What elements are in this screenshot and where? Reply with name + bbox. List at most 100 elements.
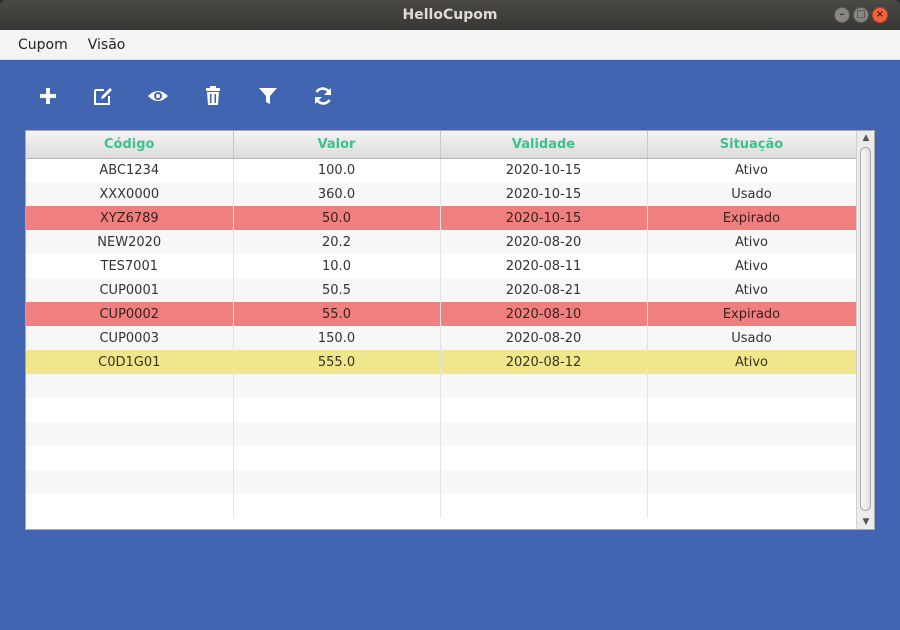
empty-cell [233, 398, 441, 422]
menu-visao[interactable]: Visão [78, 37, 136, 53]
minimize-icon: – [839, 9, 845, 20]
table-row[interactable]: XYZ6789 50.0 2020-10-15 Expirado [26, 206, 857, 230]
table-row[interactable]: XXX0000 360.0 2020-10-15 Usado [26, 182, 857, 206]
refresh-button[interactable] [295, 78, 350, 114]
empty-cell [26, 422, 234, 446]
filter-icon [258, 88, 277, 104]
table-row[interactable]: TES7001 10.0 2020-08-11 Ativo [26, 254, 857, 278]
menu-bar: Cupom Visão [0, 30, 900, 60]
cell-codigo: CUP0002 [26, 302, 234, 326]
table-header-row: Código Valor Validade Situação [26, 131, 857, 159]
scroll-up-arrow-icon[interactable]: ▲ [857, 131, 874, 145]
cell-situacao: Ativo [647, 158, 857, 182]
column-header-valor[interactable]: Valor [233, 131, 441, 159]
cell-validade: 2020-10-15 [440, 158, 648, 182]
maximize-button[interactable]: □ [853, 7, 869, 23]
edit-button[interactable] [75, 78, 130, 114]
cell-valor: 50.5 [233, 278, 441, 302]
maximize-icon: □ [856, 9, 866, 20]
table-row[interactable]: CUP0003 150.0 2020-08-20 Usado [26, 326, 857, 350]
empty-table-row [26, 470, 857, 494]
empty-cell [233, 494, 441, 518]
empty-cell [440, 494, 648, 518]
table-row[interactable]: CUP0001 50.5 2020-08-21 Ativo [26, 278, 857, 302]
empty-cell [440, 470, 648, 494]
table-row[interactable]: C0D1G01 555.0 2020-08-12 Ativo [26, 350, 857, 374]
table-row[interactable]: NEW2020 20.2 2020-08-20 Ativo [26, 230, 857, 254]
close-icon: × [875, 9, 885, 20]
cell-valor: 100.0 [233, 158, 441, 182]
cell-situacao: Ativo [647, 278, 857, 302]
column-header-codigo[interactable]: Código [26, 131, 234, 159]
cell-codigo: ABC1234 [26, 158, 234, 182]
cell-valor: 555.0 [233, 350, 441, 374]
add-button[interactable] [20, 78, 75, 114]
minimize-button[interactable]: – [834, 7, 850, 23]
empty-cell [233, 374, 441, 398]
toolbar [20, 78, 350, 114]
delete-button[interactable] [185, 78, 240, 114]
cell-situacao: Usado [647, 182, 857, 206]
refresh-icon [314, 87, 331, 105]
empty-cell [647, 446, 857, 470]
main-content: Código Valor Validade Situação ABC1234 10… [0, 60, 900, 630]
empty-cell [26, 398, 234, 422]
scroll-down-arrow-icon[interactable]: ▼ [857, 515, 874, 529]
cell-valor: 55.0 [233, 302, 441, 326]
empty-cell [440, 374, 648, 398]
eye-icon [147, 91, 168, 101]
cell-situacao: Expirado [647, 302, 857, 326]
empty-table-row [26, 494, 857, 518]
empty-cell [26, 446, 234, 470]
empty-cell [647, 494, 857, 518]
scroll-thumb[interactable] [860, 147, 871, 511]
column-header-situacao[interactable]: Situação [647, 131, 857, 159]
cell-validade: 2020-08-11 [440, 254, 648, 278]
cell-validade: 2020-08-12 [440, 350, 648, 374]
cell-codigo: CUP0003 [26, 326, 234, 350]
window-controls: – □ × [834, 7, 888, 23]
empty-cell [26, 374, 234, 398]
coupon-table: Código Valor Validade Situação ABC1234 10… [25, 130, 875, 530]
trash-icon [205, 86, 220, 105]
cell-validade: 2020-08-10 [440, 302, 648, 326]
cell-validade: 2020-10-15 [440, 182, 648, 206]
cell-valor: 360.0 [233, 182, 441, 206]
cell-validade: 2020-10-15 [440, 206, 648, 230]
cell-validade: 2020-08-21 [440, 278, 648, 302]
table-body: ABC1234 100.0 2020-10-15 Ativo XXX0000 360.0 2… [26, 158, 857, 518]
empty-cell [647, 374, 857, 398]
empty-cell [647, 470, 857, 494]
cell-codigo: XYZ6789 [26, 206, 234, 230]
window-title: HelloCupom [402, 7, 498, 23]
cell-codigo: XXX0000 [26, 182, 234, 206]
edit-icon [93, 88, 112, 105]
filter-button[interactable] [240, 78, 295, 114]
empty-cell [440, 398, 648, 422]
table-row[interactable]: ABC1234 100.0 2020-10-15 Ativo [26, 158, 857, 182]
cell-valor: 10.0 [233, 254, 441, 278]
menu-cupom[interactable]: Cupom [8, 37, 78, 53]
cell-valor: 150.0 [233, 326, 441, 350]
window-titlebar: HelloCupom – □ × [0, 0, 900, 30]
empty-cell [233, 422, 441, 446]
view-button[interactable] [130, 78, 185, 114]
cell-situacao: Ativo [647, 350, 857, 374]
vertical-scrollbar[interactable]: ▲ ▼ [856, 131, 874, 529]
empty-cell [233, 446, 441, 470]
cell-valor: 20.2 [233, 230, 441, 254]
column-header-validade[interactable]: Validade [440, 131, 648, 159]
cell-codigo: CUP0001 [26, 278, 234, 302]
empty-cell [440, 422, 648, 446]
empty-table-row [26, 422, 857, 446]
empty-table-row [26, 398, 857, 422]
table-row[interactable]: CUP0002 55.0 2020-08-10 Expirado [26, 302, 857, 326]
cell-situacao: Usado [647, 326, 857, 350]
empty-cell [26, 470, 234, 494]
empty-cell [233, 470, 441, 494]
empty-cell [647, 398, 857, 422]
cell-valor: 50.0 [233, 206, 441, 230]
close-button[interactable]: × [872, 7, 888, 23]
cell-codigo: TES7001 [26, 254, 234, 278]
empty-cell [647, 422, 857, 446]
